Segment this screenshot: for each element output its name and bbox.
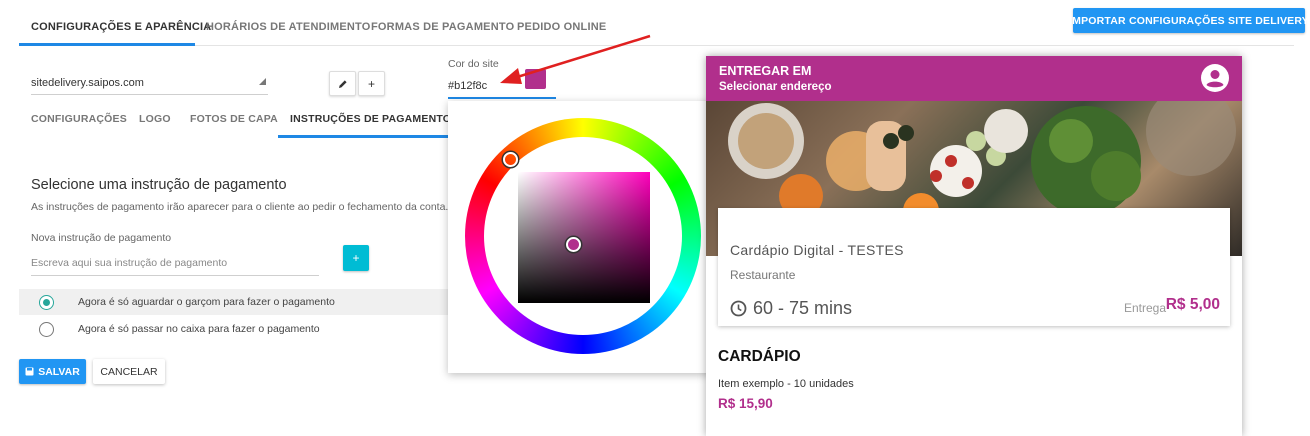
delivery-time: 60 - 75 mins [730,298,852,319]
radio-selected[interactable] [39,295,54,310]
section-title: Selecione uma instrução de pagamento [31,177,287,193]
clock-icon [730,300,747,317]
sub-tab-bar: CONFIGURAÇÕES LOGO FOTOS DE CAPA INSTRUÇ… [19,104,451,138]
delivery-fee: R$ 5,00 [1165,296,1220,313]
hue-handle[interactable] [503,152,518,167]
pencil-icon [338,79,347,88]
annotation-arrow-icon [500,34,651,84]
plus-icon: + [367,76,375,91]
edit-site-button[interactable] [329,71,356,96]
active-subtab-indicator [278,135,448,138]
payment-option-text: Agora é só passar no caixa para fazer o … [78,323,320,335]
menu-item-price: R$ 15,90 [718,396,773,411]
new-instruction-input[interactable]: Escreva aqui sua instrução de pagamento [31,250,319,276]
plus-icon: + [352,251,360,265]
tab-configuracoes-aparencia[interactable]: CONFIGURAÇÕES E APARÊNCIA [31,21,211,33]
save-button[interactable]: SALVAR [19,359,86,384]
payment-option-text: Agora é só aguardar o garçom para fazer … [78,296,335,308]
site-color-value: #b12f8c [448,80,488,92]
preview-header-title: ENTREGAR EM [719,64,812,78]
preview-header-subtitle: Selecionar endereço [719,81,832,93]
subtab-instrucoes-pagamento[interactable]: INSTRUÇÕES DE PAGAMENTO [290,113,451,125]
new-instruction-label: Nova instrução de pagamento [31,232,172,244]
color-handle[interactable] [566,237,581,252]
delivery-time-text: 60 - 75 mins [753,298,853,318]
saturation-value-area[interactable] [518,172,650,303]
save-button-label: SALVAR [38,365,80,378]
color-picker-popover [448,101,720,373]
tab-horarios-atendimento[interactable]: HORÁRIOS DE ATENDIMENTO [206,21,371,33]
import-settings-button[interactable]: IMPORTAR CONFIGURAÇÕES SITE DELIVERY [1069,8,1309,33]
menu-title: CARDÁPIO [718,348,801,365]
cancel-button[interactable]: CANCELAR [93,359,165,384]
payment-option-row[interactable]: Agora é só passar no caixa para fazer o … [19,316,449,342]
restaurant-card: Cardápio Digital - TESTES Restaurante 60… [718,208,1230,326]
payment-option-row[interactable]: Agora é só aguardar o garçom para fazer … [19,289,449,315]
restaurant-name: Cardápio Digital - TESTES [730,242,904,258]
add-site-button[interactable]: + [358,71,385,96]
subtab-logo[interactable]: LOGO [139,113,171,125]
menu-item-name[interactable]: Item exemplo - 10 unidades [718,378,854,390]
floppy-disk-icon [25,367,34,376]
section-description: As instruções de pagamento irão aparecer… [31,201,449,213]
active-tab-indicator [19,43,195,46]
new-instruction-placeholder: Escreva aqui sua instrução de pagamento [31,257,228,269]
dropdown-arrow-icon [259,78,266,85]
user-account-icon [1201,64,1229,92]
delivery-label: Entrega [1123,301,1166,315]
subtab-configuracoes[interactable]: CONFIGURAÇÕES [31,113,127,125]
site-select[interactable]: sitedelivery.saipos.com [31,70,268,95]
add-instruction-button[interactable]: + [343,245,369,271]
preview-header: ENTREGAR EM Selecionar endereço [706,56,1242,101]
subtab-fotos-capa[interactable]: FOTOS DE CAPA [190,113,278,125]
restaurant-type: Restaurante [730,268,796,282]
site-select-value: sitedelivery.saipos.com [31,77,144,89]
site-preview-panel: ENTREGAR EM Selecionar endereço Cardápio… [706,56,1242,436]
radio-unselected[interactable] [39,322,54,337]
